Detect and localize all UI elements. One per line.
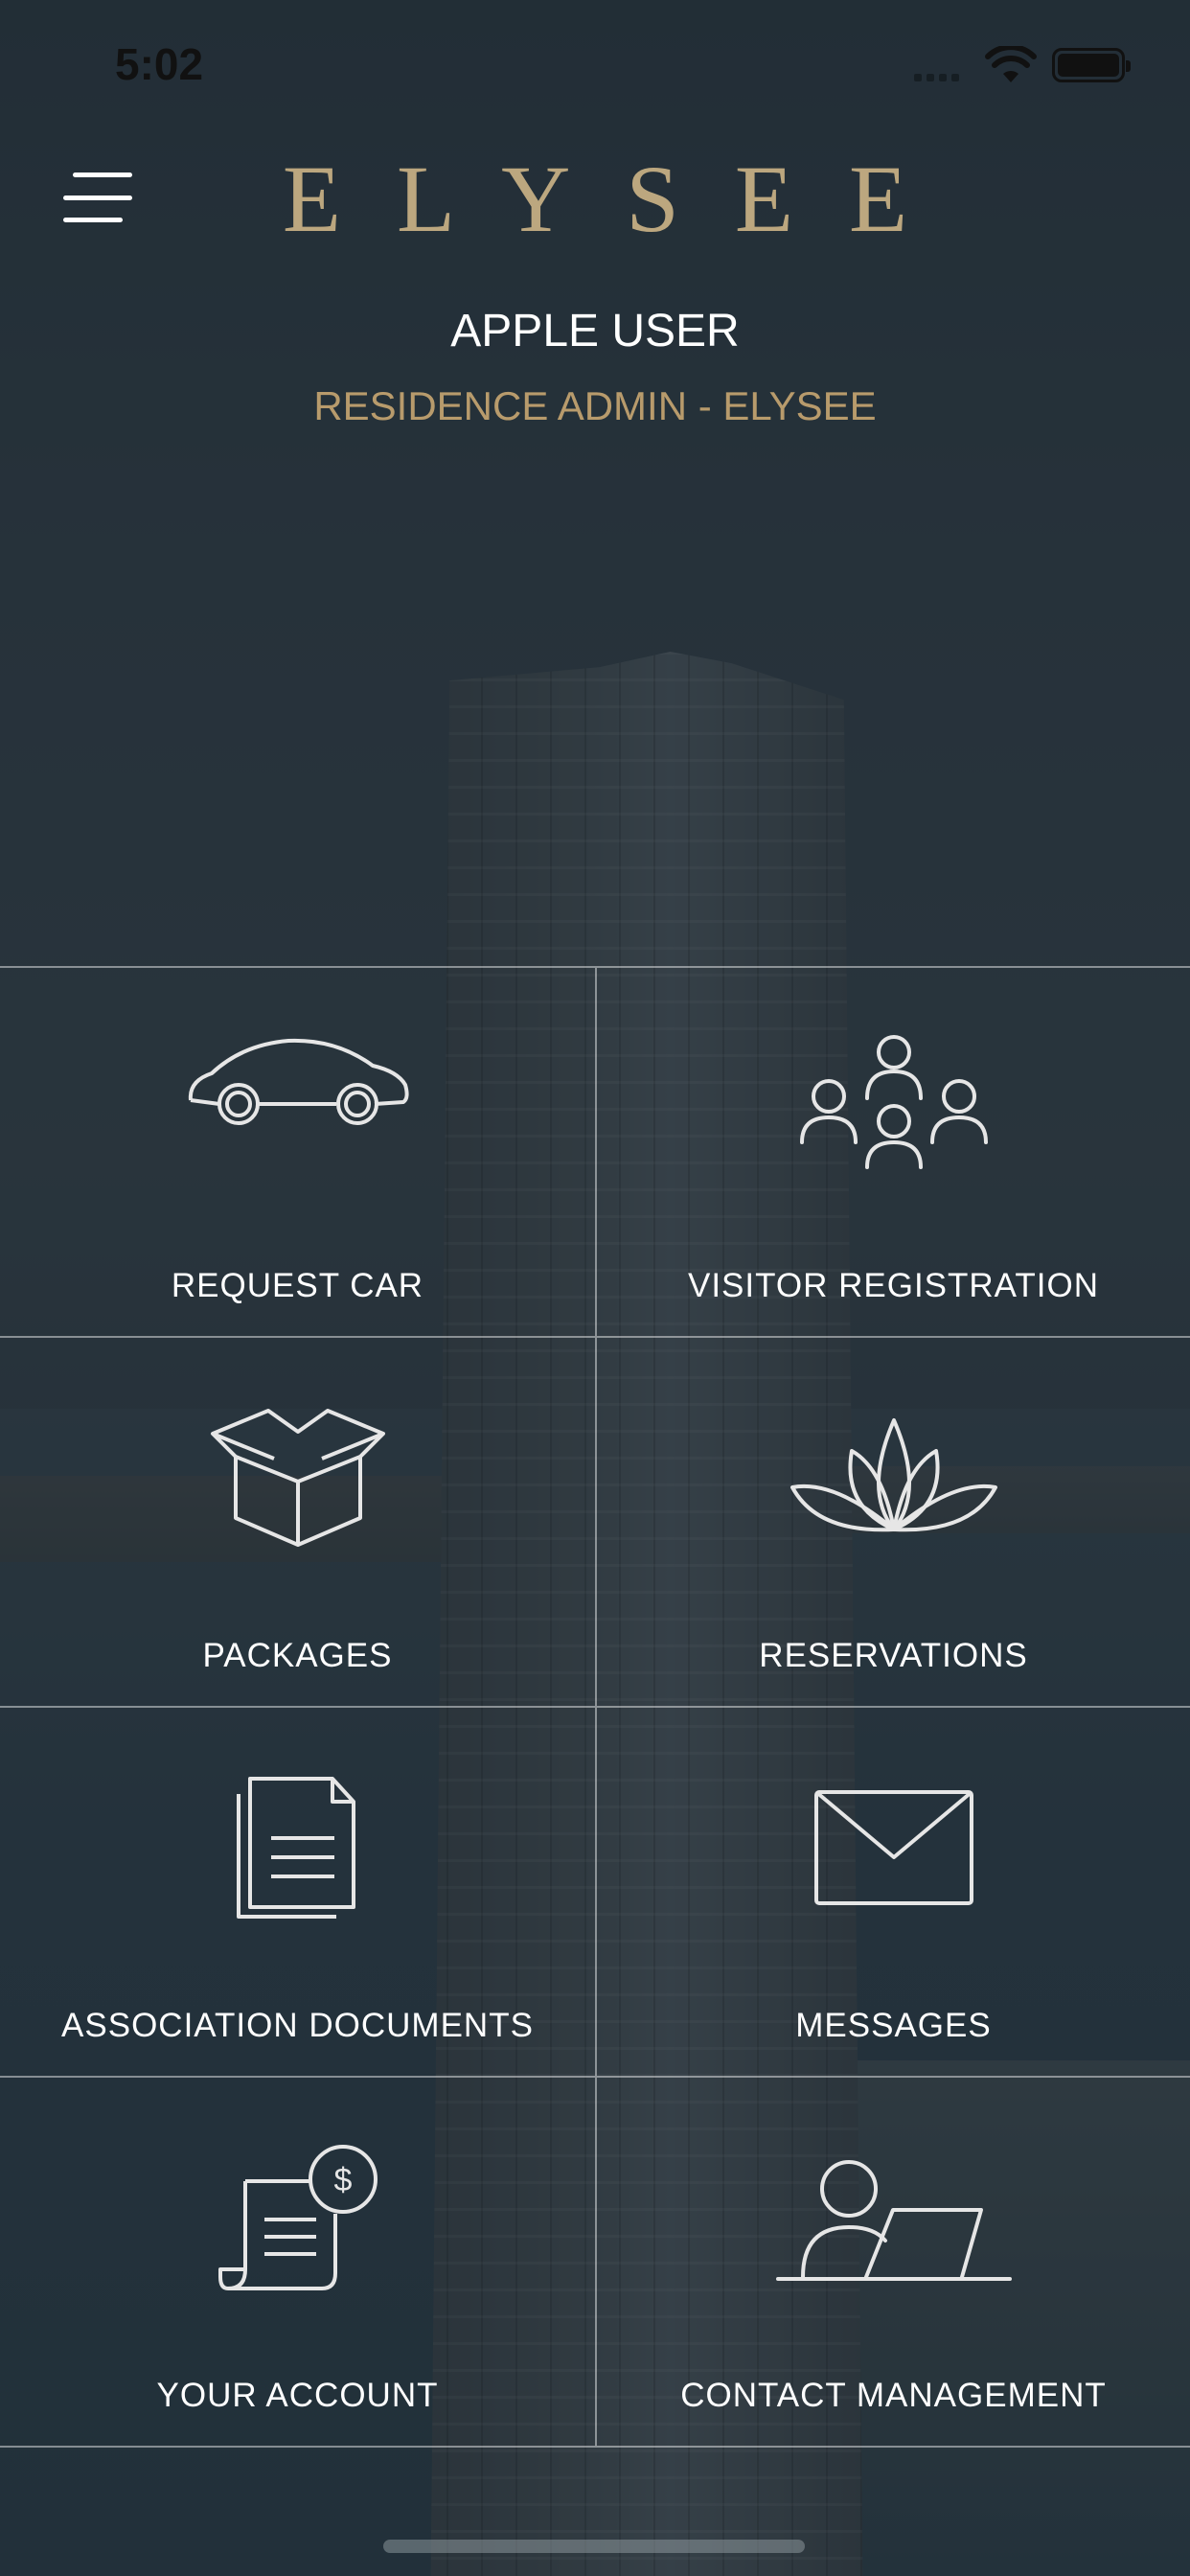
status-bar: 5:02 xyxy=(0,0,1190,126)
battery-icon xyxy=(1052,48,1131,82)
tile-label: RESERVATIONS xyxy=(759,1637,1028,1674)
user-laptop-icon xyxy=(774,2160,1014,2285)
tile-association-documents[interactable]: ASSOCIATION DOCUMENTS xyxy=(0,1708,595,2078)
tile-packages[interactable]: PACKAGES xyxy=(0,1338,595,1708)
wifi-icon xyxy=(985,44,1037,89)
feature-grid: REQUEST CAR VISITOR REGISTRATION PACKAGE… xyxy=(0,966,1190,2448)
car-icon xyxy=(183,1025,413,1131)
people-icon xyxy=(789,1033,999,1186)
tile-label: REQUEST CAR xyxy=(171,1267,424,1304)
tile-label: CONTACT MANAGEMENT xyxy=(680,2377,1107,2414)
tile-request-car[interactable]: REQUEST CAR xyxy=(0,968,595,1338)
tile-label: ASSOCIATION DOCUMENTS xyxy=(61,2007,534,2044)
cellular-signal-icon xyxy=(914,69,964,86)
envelope-icon xyxy=(812,1788,975,1907)
user-name: APPLE USER xyxy=(450,306,740,356)
home-indicator[interactable] xyxy=(383,2540,805,2553)
svg-text:$: $ xyxy=(333,2162,352,2198)
elysee-logo: ELYSEE xyxy=(282,146,964,252)
tile-label: YOUR ACCOUNT xyxy=(156,2377,439,2414)
tile-reservations[interactable]: RESERVATIONS xyxy=(595,1338,1190,1708)
documents-icon xyxy=(231,1773,365,1926)
tile-label: PACKAGES xyxy=(202,1637,393,1674)
tile-messages[interactable]: MESSAGES xyxy=(595,1708,1190,2078)
box-icon xyxy=(207,1403,389,1556)
user-role: RESIDENCE ADMIN - ELYSEE xyxy=(313,383,877,428)
lotus-icon xyxy=(789,1414,999,1539)
tile-visitor-registration[interactable]: VISITOR REGISTRATION xyxy=(595,968,1190,1338)
tile-label: MESSAGES xyxy=(795,2007,992,2044)
tile-your-account[interactable]: $ YOUR ACCOUNT xyxy=(0,2078,595,2448)
status-time: 5:02 xyxy=(115,39,204,89)
tile-label: VISITOR REGISTRATION xyxy=(687,1267,1100,1304)
bill-icon: $ xyxy=(217,2143,379,2296)
tile-contact-management[interactable]: CONTACT MANAGEMENT xyxy=(595,2078,1190,2448)
